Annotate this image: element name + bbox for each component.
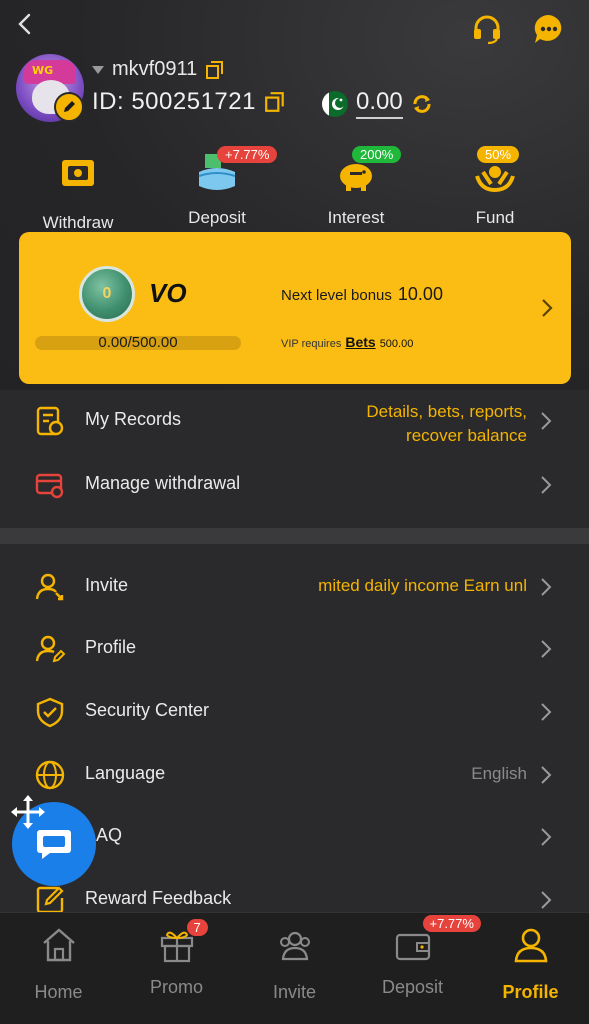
profile-user-icon: [514, 928, 547, 963]
wallet-balance: 0.00: [356, 88, 403, 119]
menu-item-security-center[interactable]: Security Center: [0, 681, 589, 743]
menu-item-manage-withdrawal[interactable]: Manage withdrawal: [0, 454, 589, 516]
drag-move-icon[interactable]: [10, 794, 46, 830]
home-icon: [42, 928, 75, 962]
headset-icon[interactable]: [470, 12, 504, 46]
fund-bonus-badge: 50%: [477, 146, 520, 163]
refresh-icon[interactable]: [411, 93, 433, 115]
next-level-bonus: Next level bonus 10.00: [281, 284, 443, 304]
bottom-tab-bar: Home 7 Promo Invite +7.77% Deposit Profi…: [0, 912, 589, 1024]
bets-link[interactable]: Bets: [345, 334, 375, 350]
tab-profile[interactable]: Profile: [472, 913, 589, 1024]
copy-username-icon[interactable]: [205, 60, 225, 80]
invite-user-icon: [35, 573, 64, 601]
chevron-right-icon: [541, 766, 552, 784]
interest-button[interactable]: 200% Interest: [296, 146, 416, 228]
edit-avatar-icon[interactable]: [54, 92, 84, 122]
invite-marquee-text: mited daily income Earn unl: [318, 576, 527, 595]
chat-bubble-icon[interactable]: [532, 12, 566, 46]
menu-item-my-records[interactable]: My Records Details, bets, reports, recov…: [0, 390, 589, 452]
chevron-right-icon: [541, 476, 552, 494]
menu-item-profile[interactable]: Profile: [0, 618, 589, 680]
deposit-bonus-badge: +7.77%: [217, 146, 278, 163]
chevron-right-icon: [541, 891, 552, 909]
chevron-right-icon: [541, 703, 552, 721]
profile-edit-icon: [35, 635, 66, 663]
vip-level: VO: [149, 278, 187, 308]
menu-item-invite[interactable]: Invite mited daily income Earn unl: [0, 556, 589, 618]
promo-count-badge: 7: [186, 919, 208, 936]
section-divider: [0, 528, 589, 544]
interest-bonus-badge: 200%: [352, 146, 402, 163]
tab-promo[interactable]: 7 Promo: [118, 913, 235, 1024]
menu-item-language[interactable]: Language English: [0, 744, 589, 806]
chevron-right-icon: [541, 412, 552, 430]
vip-progress-text: 0.00/500.00: [98, 334, 178, 351]
withdrawal-settings-icon: [35, 473, 64, 499]
vip-card[interactable]: 0 VO 0.00/500.00 Next level bonus 10.00 V…: [19, 232, 571, 384]
tab-deposit[interactable]: +7.77% Deposit: [354, 913, 481, 1024]
my-records-hint: Details, bets, reports, recover balance: [366, 402, 527, 445]
chevron-right-icon: [541, 578, 552, 596]
language-value: English: [471, 764, 527, 783]
chevron-right-icon: [541, 640, 552, 658]
pakistan-flag-icon: [322, 90, 348, 117]
chevron-right-icon: [541, 828, 552, 846]
tab-invite[interactable]: Invite: [236, 913, 353, 1024]
back-chevron-icon[interactable]: [14, 12, 38, 36]
vip-coin-icon: 0: [79, 266, 135, 322]
deposit-button[interactable]: +7.77% Deposit: [157, 146, 278, 228]
group-users-icon: [279, 931, 310, 961]
chat-bubble-icon: [37, 830, 71, 859]
withdraw-icon: [62, 160, 94, 186]
tab-home[interactable]: Home: [0, 913, 117, 1024]
shield-icon: [36, 697, 64, 728]
globe-icon: [35, 760, 65, 790]
copy-id-icon[interactable]: [264, 91, 286, 113]
user-id: ID: 500251721: [92, 88, 256, 115]
withdraw-button[interactable]: Withdraw: [18, 150, 138, 233]
caret-down-icon[interactable]: [92, 65, 104, 74]
fund-button[interactable]: 50% Fund: [435, 146, 555, 228]
username: mkvf0911: [112, 58, 198, 80]
chevron-right-icon[interactable]: [541, 298, 553, 318]
records-icon: [36, 406, 64, 436]
vip-requirement: VIP requires Bets 500.00: [281, 334, 414, 350]
